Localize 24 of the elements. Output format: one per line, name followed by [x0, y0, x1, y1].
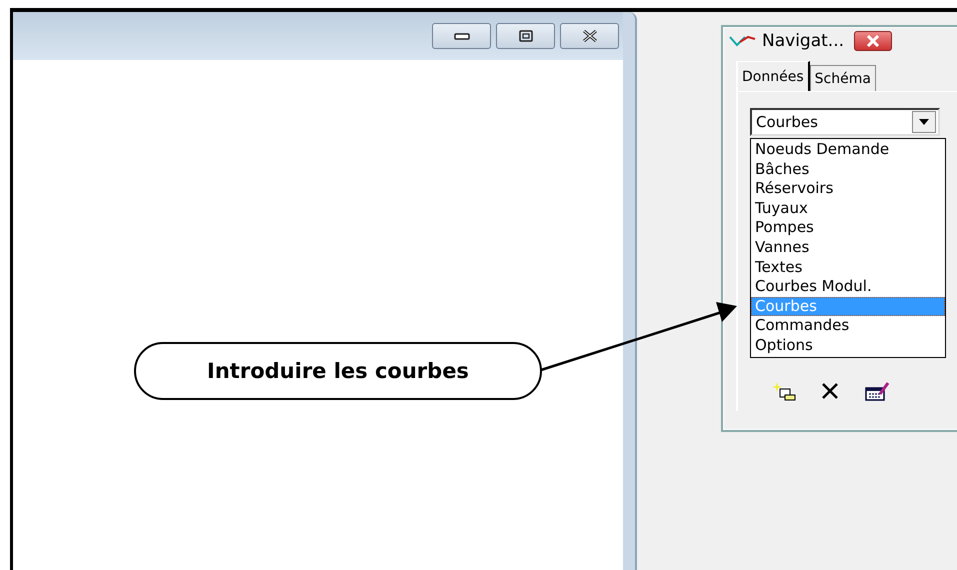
panel-title: Navigat... [762, 31, 844, 51]
list-item[interactable]: Tuyaux [751, 198, 945, 218]
edit-table-icon[interactable] [864, 380, 890, 402]
list-item[interactable]: Commandes [751, 316, 945, 336]
checkmark-icon [728, 33, 758, 49]
list-item[interactable]: Options [751, 336, 945, 356]
minimize-icon [452, 31, 472, 41]
list-item[interactable]: Courbes Modul. [751, 277, 945, 297]
delete-icon[interactable] [820, 380, 840, 401]
dropdown-value: Courbes [756, 113, 818, 131]
dropdown[interactable]: Courbes [750, 108, 940, 136]
list-item[interactable]: Réservoirs [751, 179, 945, 199]
close-button[interactable] [560, 23, 619, 49]
minimize-button[interactable] [432, 23, 491, 49]
close-button[interactable] [854, 31, 892, 51]
list-item[interactable]: Textes [751, 258, 945, 278]
tab[interactable]: Schéma [810, 65, 876, 91]
callout-label: Introduire les courbes [134, 342, 542, 400]
maximize-button[interactable] [496, 23, 555, 49]
list-item[interactable]: Pompes [751, 218, 945, 238]
list-item[interactable]: Noeuds Demande [751, 140, 945, 160]
list-item[interactable]: Vannes [751, 238, 945, 258]
list-item[interactable]: Bâches [751, 160, 945, 180]
tab[interactable]: Données [736, 61, 810, 91]
